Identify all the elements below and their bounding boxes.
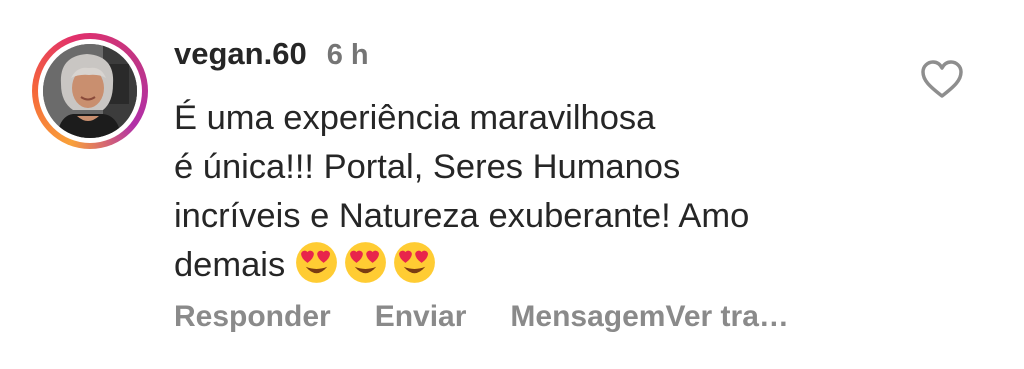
comment-item: vegan.60 6 h É uma experiência maravilho… <box>0 0 1024 369</box>
comment-actions: Responder Enviar Mensagem Ver tra… <box>174 300 789 334</box>
avatar-photo <box>43 44 137 138</box>
heart-eyes-emoji <box>344 242 386 283</box>
comment-last-line: demais <box>174 241 874 290</box>
like-button[interactable] <box>919 58 965 100</box>
see-translation-button[interactable]: Ver tra… <box>665 300 788 334</box>
comment-text: É uma experiência maravilhosa é única!!!… <box>174 94 874 290</box>
story-ring[interactable] <box>32 33 148 149</box>
avatar-border <box>38 39 142 143</box>
heart-eyes-emoji <box>295 242 337 283</box>
heart-eyes-emoji <box>393 242 435 283</box>
avatar[interactable] <box>43 44 137 138</box>
timestamp: 6 h <box>326 39 369 71</box>
comment-line: incríveis e Natureza exuberante! Amo <box>174 197 750 235</box>
send-button[interactable]: Enviar <box>375 300 467 334</box>
reply-button[interactable]: Responder <box>174 300 331 334</box>
heart-outline-icon <box>921 60 963 98</box>
username-link[interactable]: vegan.60 <box>174 36 307 72</box>
message-button[interactable]: Mensagem <box>510 300 665 334</box>
comment-line: É uma experiência maravilhosa <box>174 99 656 137</box>
comment-line: demais <box>174 246 286 284</box>
comment-header: vegan.60 6 h <box>174 36 369 72</box>
comment-line: é única!!! Portal, Seres Humanos <box>174 148 681 186</box>
